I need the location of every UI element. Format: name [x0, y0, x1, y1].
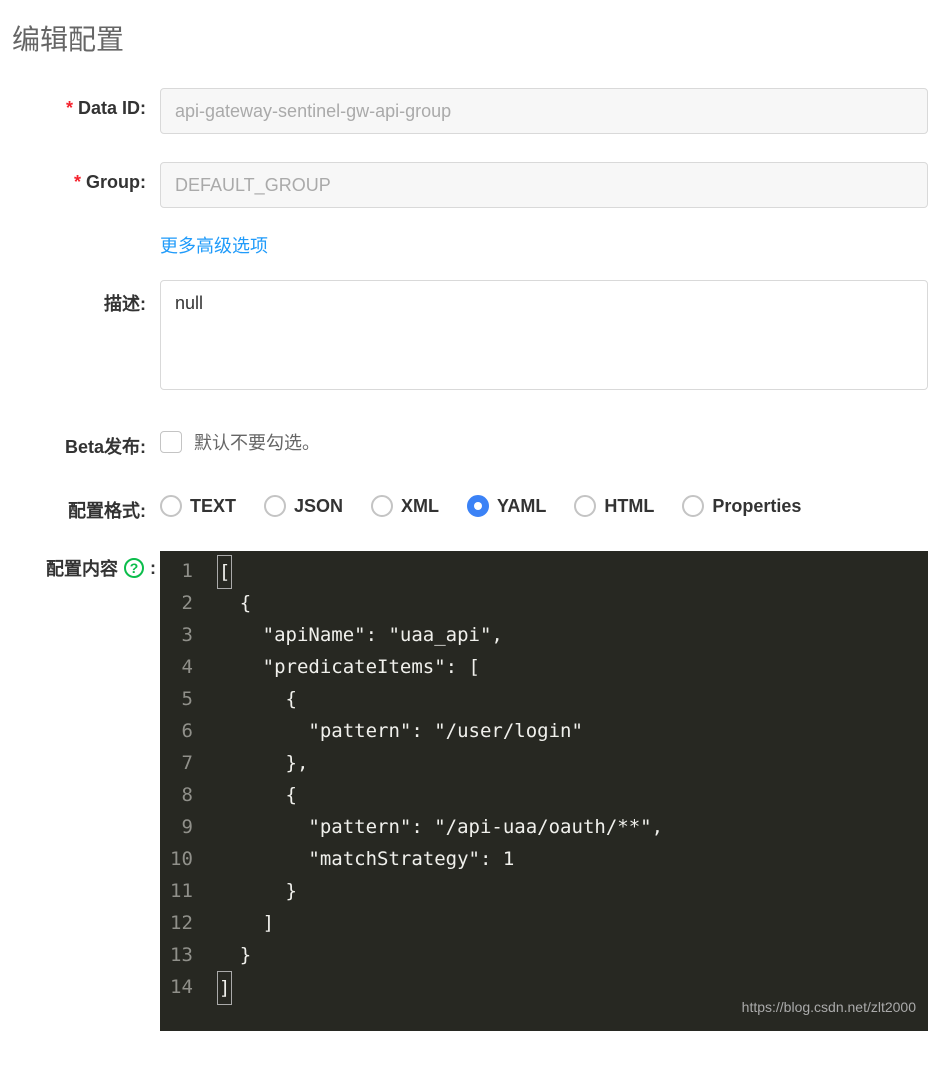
label-description: 描述:: [0, 280, 160, 316]
editor-code-area[interactable]: [ { "apiName": "uaa_api", "predicateItem…: [207, 551, 663, 1031]
format-radio-text[interactable]: TEXT: [160, 495, 236, 517]
radio-label: YAML: [497, 496, 546, 517]
format-radio-xml[interactable]: XML: [371, 495, 439, 517]
help-icon[interactable]: ?: [124, 558, 144, 578]
radio-label: HTML: [604, 496, 654, 517]
format-radio-html[interactable]: HTML: [574, 495, 654, 517]
label-data-id: Data ID:: [0, 88, 160, 119]
code-editor[interactable]: 1234567891011121314 [ { "apiName": "uaa_…: [160, 551, 928, 1031]
format-radio-properties[interactable]: Properties: [682, 495, 801, 517]
radio-label: TEXT: [190, 496, 236, 517]
group-input[interactable]: [160, 162, 928, 208]
radio-icon: [467, 495, 489, 517]
radio-icon: [574, 495, 596, 517]
format-radio-json[interactable]: JSON: [264, 495, 343, 517]
label-beta: Beta发布:: [0, 423, 160, 459]
label-config-format: 配置格式:: [0, 487, 160, 523]
label-group: Group:: [0, 162, 160, 193]
radio-icon: [264, 495, 286, 517]
radio-icon: [160, 495, 182, 517]
format-radio-yaml[interactable]: YAML: [467, 495, 546, 517]
radio-label: Properties: [712, 496, 801, 517]
radio-icon: [371, 495, 393, 517]
beta-checkbox[interactable]: [160, 431, 182, 453]
config-content-text: 配置内容: [46, 555, 118, 581]
radio-label: XML: [401, 496, 439, 517]
watermark: https://blog.csdn.net/zlt2000: [742, 991, 916, 1023]
format-radio-group: TEXT JSON XML YAML HTML Properties: [160, 487, 928, 517]
radio-icon: [682, 495, 704, 517]
description-textarea[interactable]: null: [160, 280, 928, 390]
beta-hint: 默认不要勾选。: [194, 429, 320, 455]
radio-label: JSON: [294, 496, 343, 517]
data-id-input[interactable]: [160, 88, 928, 134]
page-title: 编辑配置: [0, 0, 928, 88]
label-config-content: 配置内容 ? :: [0, 551, 160, 581]
advanced-options-link[interactable]: 更多高级选项: [160, 232, 268, 258]
colon: :: [150, 558, 156, 579]
editor-gutter: 1234567891011121314: [160, 551, 207, 1031]
